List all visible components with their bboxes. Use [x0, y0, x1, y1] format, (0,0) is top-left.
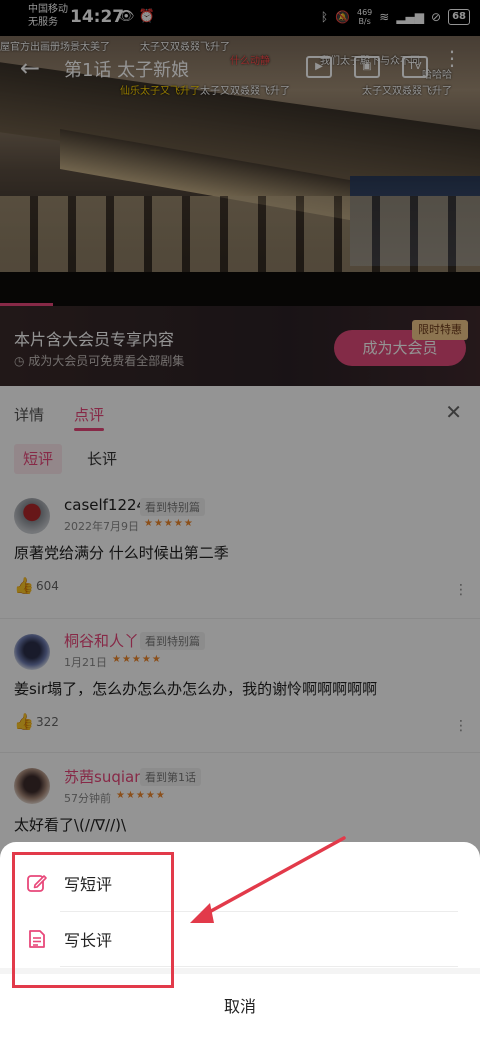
annotation-highlight-box [12, 852, 174, 988]
cancel-button[interactable]: 取消 [0, 982, 480, 1032]
